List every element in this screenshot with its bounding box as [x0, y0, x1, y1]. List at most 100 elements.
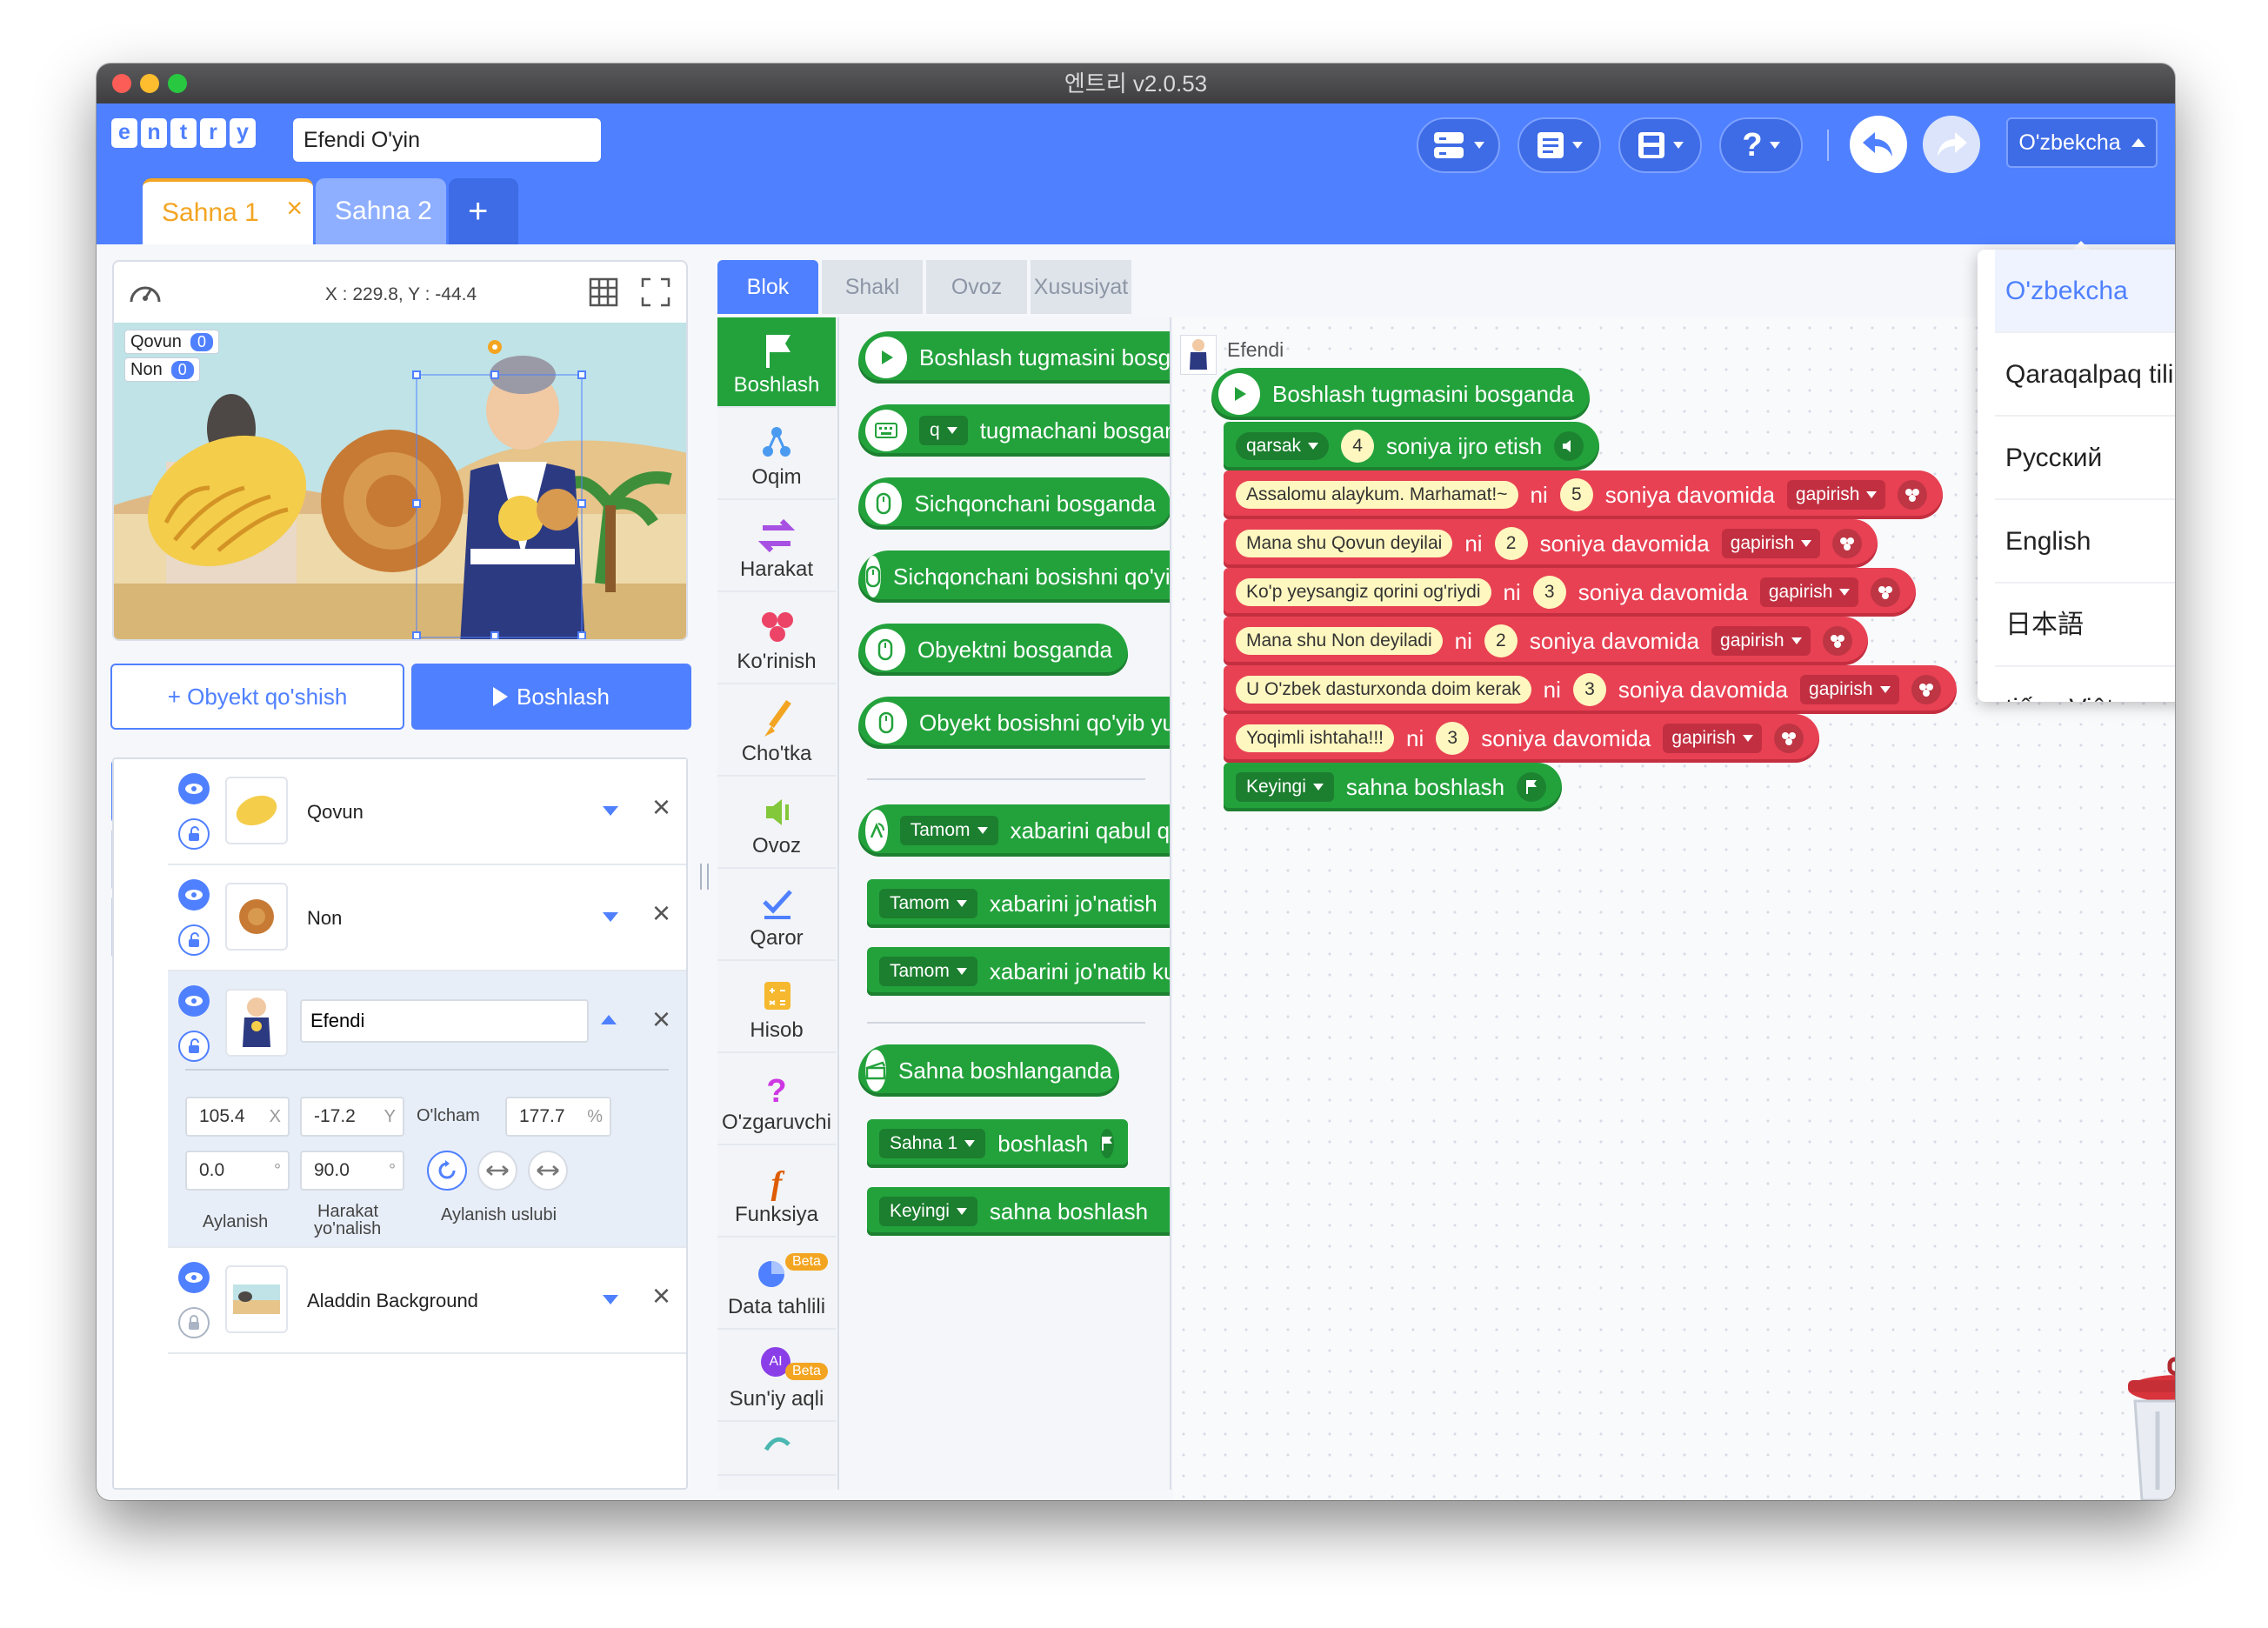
category-start[interactable]: Boshlash [717, 317, 836, 408]
chevron-up-icon[interactable] [601, 1015, 617, 1024]
rotate-free-button[interactable] [427, 1151, 467, 1191]
grid-icon[interactable] [589, 277, 618, 307]
say-mode-dropdown[interactable]: gapirish [1663, 724, 1762, 753]
unlock-icon[interactable] [178, 818, 210, 850]
direction-field[interactable]: 90.0 ° [300, 1151, 404, 1191]
object-row[interactable]: Qovun × [168, 759, 686, 865]
add-scene-button[interactable]: + [449, 178, 518, 244]
delete-object-icon[interactable]: × [652, 1278, 670, 1314]
block-when-mouse-released[interactable]: Sichqonchani bosishni qo'yib yuborganda [858, 550, 1170, 603]
block-say-for-seconds[interactable]: Mana shu Qovun deyilai ni 2 soniya davom… [1224, 519, 1878, 568]
category-brush[interactable]: Cho'tka [717, 686, 836, 777]
start-button[interactable]: Boshlash [411, 664, 691, 730]
language-option-russian[interactable]: Русский [1995, 417, 2175, 500]
object-name-input[interactable] [300, 999, 589, 1043]
chevron-down-icon[interactable] [603, 806, 618, 816]
minimize-window-button[interactable] [140, 74, 159, 93]
project-name-input[interactable] [293, 118, 601, 162]
category-sound[interactable]: Ovoz [717, 778, 836, 869]
category-calc[interactable]: Hisob [717, 963, 836, 1053]
block-when-scene-starts[interactable]: Sahna boshlanganda [858, 1044, 1119, 1097]
panel-resize-handle[interactable] [700, 864, 709, 890]
say-text-input[interactable]: U O'zbek dasturxonda doim kerak [1236, 676, 1531, 704]
language-select[interactable]: O'zbekcha [2006, 117, 2158, 168]
say-text-input[interactable]: Yoqimli ishtaha!!! [1236, 724, 1394, 752]
block-say-for-seconds[interactable]: Ko'p yeysangiz qorini og'riydi ni 3 soni… [1224, 568, 1917, 617]
language-option-uzbek[interactable]: O'zbekcha [1995, 250, 2175, 333]
flip-horizontal-button[interactable] [477, 1151, 517, 1191]
close-icon[interactable]: × [286, 192, 303, 224]
visibility-eye-icon[interactable] [178, 879, 210, 911]
block-say-for-seconds[interactable]: U O'zbek dasturxonda doim kerak ni 3 son… [1224, 665, 1957, 714]
block-play-sound-seconds[interactable]: qarsak 4 soniya ijro etish [1224, 422, 1600, 470]
block-say-for-seconds[interactable]: Assalomu alaykum. Marhamat!~ ni 5 soniya… [1224, 470, 1944, 519]
say-mode-dropdown[interactable]: gapirish [1711, 626, 1811, 656]
entry-logo[interactable]: e n t r y [111, 118, 256, 148]
block-say-for-seconds[interactable]: Mana shu Non deyiladi ni 2 soniya davomi… [1224, 617, 1868, 665]
chevron-down-icon[interactable] [603, 1295, 618, 1304]
block-start-next-scene[interactable]: Keyingi sahna boshlash [1224, 763, 1563, 811]
seconds-input[interactable]: 3 [1436, 722, 1470, 755]
block-start-scene[interactable]: Sahna 1 boshlash [867, 1119, 1128, 1168]
category-function[interactable]: f Funksiya [717, 1147, 836, 1238]
category-ai[interactable]: AI Beta Sun'iy aqli [717, 1331, 836, 1422]
key-dropdown[interactable]: q [919, 416, 968, 445]
variable-monitor-non[interactable]: Non 0 [124, 357, 200, 382]
lock-icon[interactable] [178, 1307, 210, 1338]
chevron-down-icon[interactable] [603, 912, 618, 922]
delete-object-icon[interactable]: × [652, 1001, 670, 1038]
seconds-input[interactable]: 2 [1494, 527, 1528, 560]
say-text-input[interactable]: Ko'p yeysangiz qorini og'riydi [1236, 578, 1491, 606]
unlock-icon[interactable] [178, 924, 210, 956]
say-mode-dropdown[interactable]: gapirish [1786, 480, 1886, 510]
say-text-input[interactable]: Assalomu alaykum. Marhamat!~ [1236, 481, 1518, 509]
y-position-field[interactable]: -17.2 Y [300, 1097, 404, 1137]
seconds-input[interactable]: 3 [1572, 673, 1606, 706]
object-row[interactable]: Aladdin Background × [168, 1248, 686, 1354]
tab-scene-1[interactable]: Sahna 1 × [143, 178, 313, 244]
block-start-next-scene[interactable]: Keyingi sahna boshlash [867, 1187, 1170, 1236]
seconds-input[interactable]: 3 [1532, 576, 1566, 609]
help-button[interactable]: ? [1719, 117, 1803, 173]
sound-dropdown[interactable]: qarsak [1236, 432, 1330, 460]
block-when-message-received[interactable]: Tamom xabarini qabul qilganda [858, 804, 1170, 857]
block-when-start-clicked[interactable]: Boshlash tugmasini bosganda [1211, 368, 1590, 420]
category-expansion[interactable] [717, 1424, 836, 1476]
say-mode-dropdown[interactable]: gapirish [1721, 529, 1821, 558]
block-say-for-seconds[interactable]: Yoqimli ishtaha!!! ni 3 soniya davomida … [1224, 714, 1819, 763]
visibility-eye-icon[interactable] [178, 773, 210, 804]
seconds-input[interactable]: 5 [1559, 478, 1593, 511]
block-when-key-pressed[interactable]: q tugmachani bosganda [858, 404, 1170, 457]
category-menu-button[interactable] [1417, 117, 1500, 173]
seconds-input[interactable]: 2 [1484, 624, 1518, 657]
language-option-english[interactable]: English [1995, 500, 2175, 584]
message-dropdown[interactable]: Tamom [879, 889, 977, 918]
tab-scene-2[interactable]: Sahna 2 [316, 178, 446, 244]
save-menu-button[interactable] [1618, 117, 1702, 173]
category-motion[interactable]: Harakat [717, 502, 836, 592]
tab-properties[interactable]: Xususiyat [1031, 260, 1131, 314]
variable-monitor-qovun[interactable]: Qovun 0 [124, 330, 219, 354]
redo-button[interactable] [1923, 116, 1980, 173]
category-data-analysis[interactable]: Beta Data tahlili [717, 1239, 836, 1330]
fullscreen-icon[interactable] [641, 277, 670, 307]
category-variable[interactable]: ? O'zgaruvchi [717, 1055, 836, 1145]
object-row[interactable]: Non × [168, 865, 686, 971]
size-field[interactable]: 177.7% [505, 1097, 611, 1137]
zoom-window-button[interactable] [168, 74, 187, 93]
x-position-field[interactable]: 105.4 X [185, 1097, 290, 1137]
add-object-button[interactable]: + Obyekt qo'shish [110, 664, 404, 730]
category-flow[interactable]: Oqim [717, 410, 836, 500]
block-send-message-wait[interactable]: Tamom xabarini jo'natib kutish [867, 947, 1170, 996]
say-mode-dropdown[interactable]: gapirish [1800, 675, 1899, 704]
rotation-field[interactable]: 0.0 ° [185, 1151, 290, 1191]
list-menu-button[interactable] [1518, 117, 1601, 173]
undo-button[interactable] [1850, 116, 1907, 173]
delete-object-icon[interactable]: × [652, 895, 670, 931]
block-when-start-clicked[interactable]: Boshlash tugmasini bosganda [858, 331, 1170, 384]
tab-shapes[interactable]: Shakl [822, 260, 923, 314]
no-rotate-button[interactable] [528, 1151, 568, 1191]
tab-sounds[interactable]: Ovoz [926, 260, 1027, 314]
block-when-object-released[interactable]: Obyekt bosishni qo'yib yuborganda [858, 697, 1170, 749]
say-text-input[interactable]: Mana shu Qovun deyilai [1236, 530, 1453, 557]
